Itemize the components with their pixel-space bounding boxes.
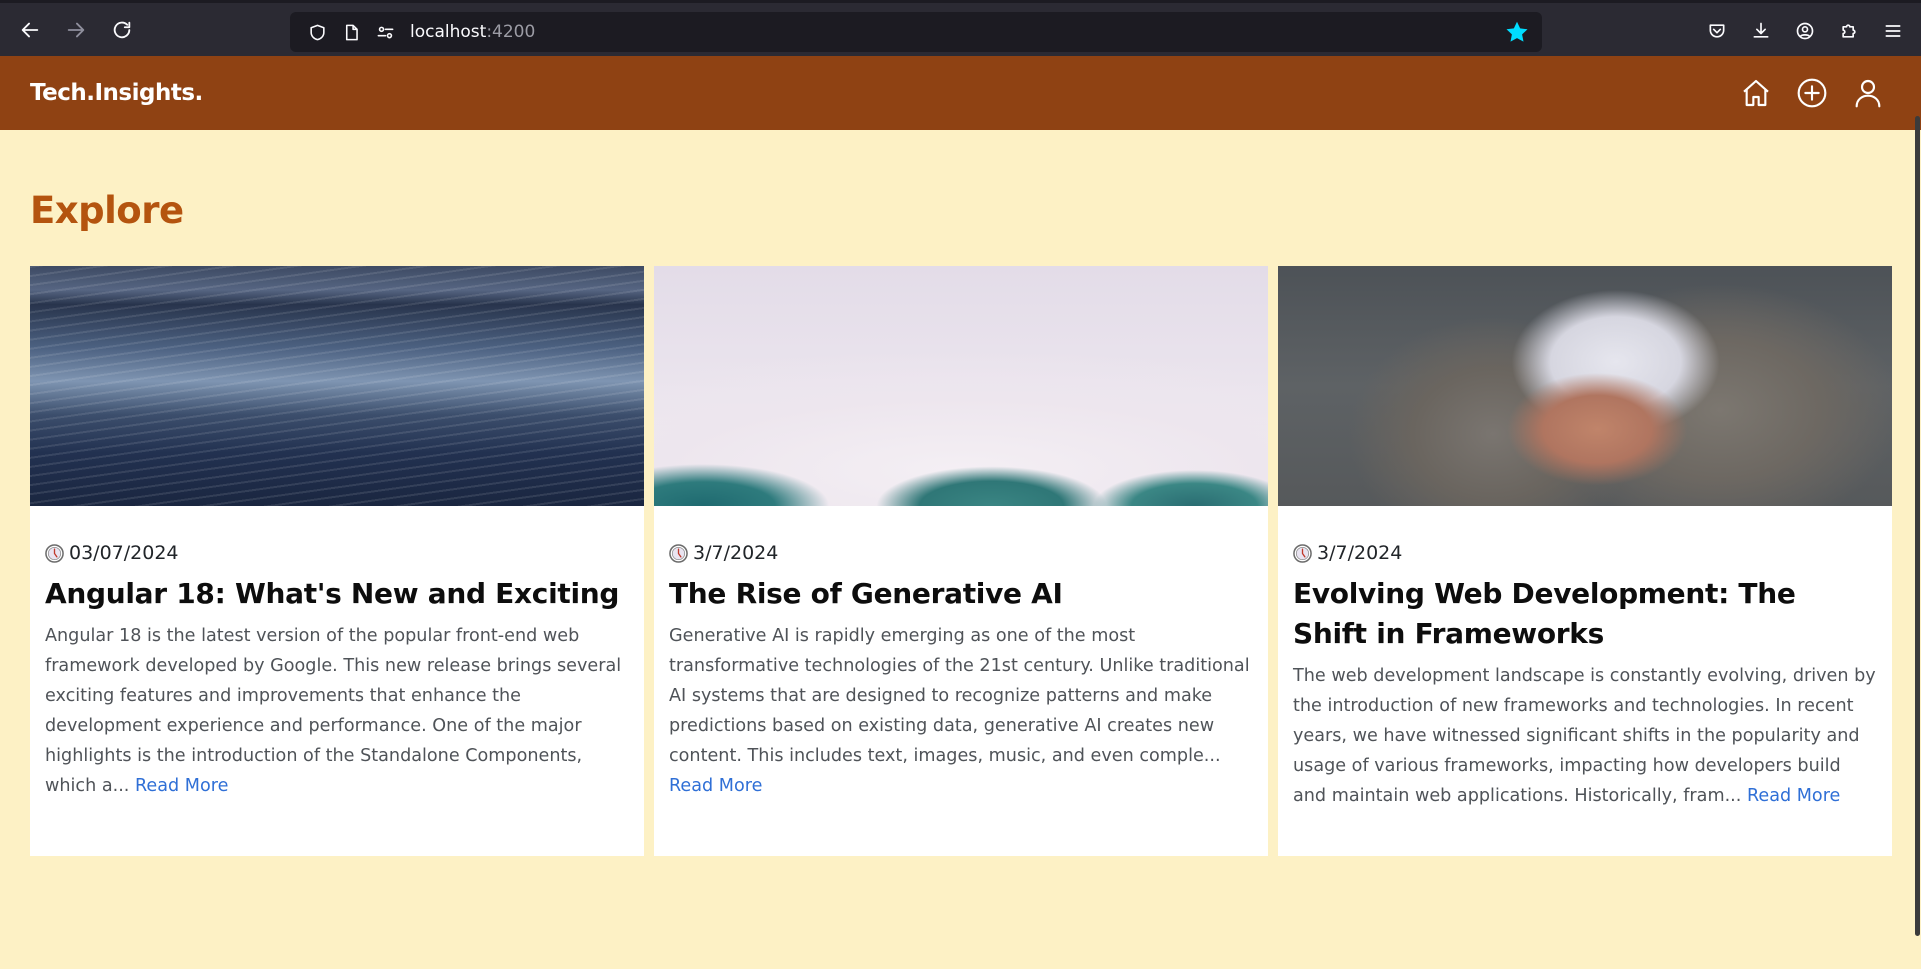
hamburger-menu-icon [1885,25,1901,37]
post-title[interactable]: Evolving Web Development: The Shift in F… [1293,574,1877,654]
brand-logo[interactable]: Tech.Insights. [30,80,203,106]
post-date: 3/7/2024 [669,542,1253,564]
shield-icon[interactable] [302,17,332,47]
post-image[interactable] [654,266,1268,506]
post-excerpt: Angular 18 is the latest version of the … [45,621,629,801]
forward-button[interactable] [54,8,98,52]
app-menu-button[interactable] [1871,9,1915,53]
post-title[interactable]: Angular 18: What's New and Exciting [45,574,629,614]
post-image[interactable] [30,266,644,506]
url-bar[interactable]: localhost:4200 [290,12,1542,52]
add-post-button[interactable] [1795,76,1829,110]
page-title: Explore [30,189,184,232]
page-content: Tech.Insights. Explore 03/07/2024 Angula [0,56,1921,969]
home-button[interactable] [1739,76,1773,110]
downloads-button[interactable] [1739,9,1783,53]
post-date: 3/7/2024 [1293,542,1877,564]
reload-icon [113,21,131,38]
post-card[interactable]: 3/7/2024 Evolving Web Development: The S… [1278,266,1892,856]
post-body: 03/07/2024 Angular 18: What's New and Ex… [30,506,644,801]
read-more-link[interactable]: Read More [669,776,762,796]
pocket-icon [1709,24,1725,38]
reload-button[interactable] [100,8,144,52]
post-excerpt: Generative AI is rapidly emerging as one… [669,621,1253,801]
post-card[interactable]: 3/7/2024 The Rise of Generative AI Gener… [654,266,1268,856]
account-icon [1796,22,1814,40]
star-icon[interactable] [1504,19,1530,45]
account-button[interactable] [1783,9,1827,53]
post-excerpt-text: Generative AI is rapidly emerging as one… [669,626,1250,766]
post-date-text: 3/7/2024 [1317,542,1403,564]
clock-icon [1293,543,1312,563]
post-body: 3/7/2024 The Rise of Generative AI Gener… [654,506,1268,801]
clock-icon [45,543,64,563]
page-icon[interactable] [336,17,366,47]
post-body: 3/7/2024 Evolving Web Development: The S… [1278,506,1892,811]
url-port: :4200 [486,22,536,42]
pocket-button[interactable] [1695,9,1739,53]
header-nav [1739,76,1885,110]
puzzle-icon [1842,24,1856,38]
app-header: Tech.Insights. [0,56,1921,130]
profile-button[interactable] [1851,76,1885,110]
post-card[interactable]: 03/07/2024 Angular 18: What's New and Ex… [30,266,644,856]
post-excerpt-text: Angular 18 is the latest version of the … [45,626,622,796]
page-scrollbar[interactable] [1915,116,1920,936]
user-icon [1855,79,1881,108]
post-excerpt-text: The web development landscape is constan… [1293,666,1876,806]
add-circle-icon [1797,78,1827,108]
url-host: localhost [410,22,487,42]
post-image[interactable] [1278,266,1892,506]
read-more-link[interactable]: Read More [135,776,228,796]
clock-icon [669,543,688,563]
url-text[interactable]: localhost:4200 [410,22,535,42]
extensions-button[interactable] [1827,9,1871,53]
post-date-text: 03/07/2024 [69,542,179,564]
browser-toolbar: localhost:4200 [0,0,1921,56]
arrow-left-icon [21,22,39,37]
post-excerpt: The web development landscape is constan… [1293,661,1877,811]
post-list: 03/07/2024 Angular 18: What's New and Ex… [30,266,1892,856]
arrow-right-icon [67,22,85,37]
post-title[interactable]: The Rise of Generative AI [669,574,1253,614]
post-date-text: 3/7/2024 [693,542,779,564]
post-date: 03/07/2024 [45,542,629,564]
home-icon [1743,79,1769,107]
read-more-link[interactable]: Read More [1747,786,1840,806]
download-icon [1753,22,1769,38]
back-button[interactable] [8,8,52,52]
permissions-icon[interactable] [370,17,400,47]
